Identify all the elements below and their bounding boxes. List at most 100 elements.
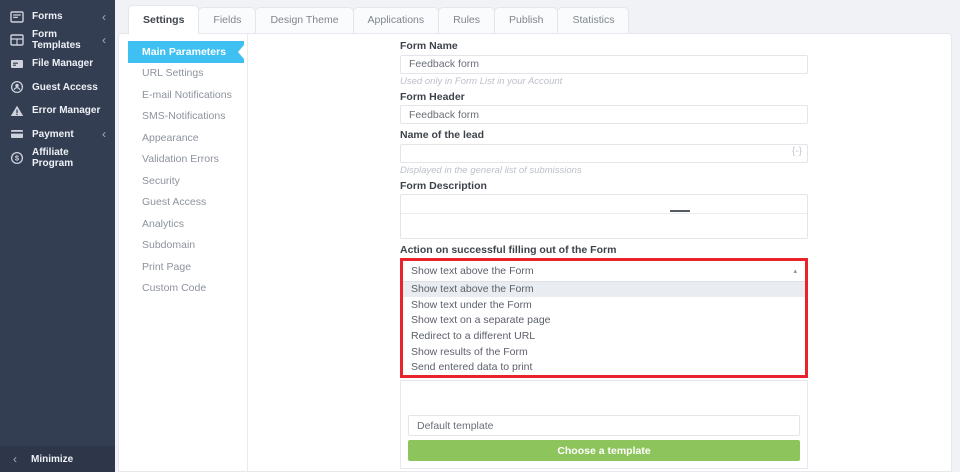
description-editor-toolbar — [401, 195, 807, 214]
menu-item-analytics[interactable]: Analytics — [128, 213, 244, 235]
menu-item-main-parameters[interactable]: Main Parameters — [128, 41, 244, 63]
forms-icon — [10, 10, 24, 24]
sidebar-item-label: Form Templates — [32, 29, 81, 52]
action-select[interactable]: Show text above the Form ▴ — [403, 261, 805, 282]
form-header-input[interactable] — [400, 105, 808, 124]
success-text-area[interactable] — [408, 381, 800, 416]
payment-icon — [10, 127, 24, 141]
affiliate-program-icon: $ — [10, 151, 24, 165]
option-show-text-separate-page[interactable]: Show text on a separate page — [403, 313, 805, 329]
tab-statistics[interactable]: Statistics — [557, 7, 630, 33]
tab-bar: Settings Fields Design Theme Application… — [128, 4, 952, 34]
option-show-text-above-form[interactable]: Show text above the Form — [403, 281, 805, 298]
menu-item-security[interactable]: Security — [128, 170, 244, 192]
minimize-button[interactable]: ‹ Minimize — [0, 446, 115, 472]
lead-name-input-wrap: {-} — [400, 143, 808, 163]
form-name-input[interactable] — [400, 54, 808, 74]
settings-menu-item-label: Appearance — [142, 131, 199, 144]
lead-name-helper: Displayed in the general list of submiss… — [400, 164, 582, 176]
lead-name-input[interactable] — [400, 143, 808, 163]
settings-menu-item-label: Print Page — [142, 260, 192, 273]
insert-variable-button[interactable]: {-} — [792, 146, 802, 157]
tab-applications[interactable]: Applications — [352, 7, 440, 33]
form-name-helper: Used only in Form List in your Account — [400, 75, 563, 87]
file-manager-icon — [10, 57, 24, 71]
menu-item-sms-notifications[interactable]: SMS-Notifications — [128, 106, 244, 128]
menu-item-email-notifications[interactable]: E-mail Notifications — [128, 84, 244, 106]
sidebar-item-label: Guest Access — [32, 81, 98, 93]
sidebar-item-label: Payment — [32, 128, 74, 140]
settings-menu-item-label: URL Settings — [142, 67, 204, 80]
sidebar-item-guest-access[interactable]: Guest Access — [0, 76, 115, 100]
main-sidebar: Forms ‹ Form Templates ‹ File Manager Gu… — [0, 0, 115, 472]
menu-item-print-page[interactable]: Print Page — [128, 256, 244, 278]
sidebar-item-label: Forms — [32, 11, 63, 23]
action-label: Action on successful filling out of the … — [400, 243, 617, 256]
sidebar-item-forms[interactable]: Forms ‹ — [0, 5, 115, 29]
settings-content: Form Name Used only in Form List in your… — [247, 34, 951, 471]
settings-menu-item-label: Guest Access — [142, 196, 207, 209]
form-templates-icon — [10, 33, 24, 47]
option-show-text-under-form[interactable]: Show text under the Form — [403, 297, 805, 313]
settings-menu-item-label: Validation Errors — [142, 153, 219, 166]
action-dropdown-option-label: Show text above the Form — [411, 283, 534, 296]
menu-item-custom-code[interactable]: Custom Code — [128, 278, 244, 300]
form-header-label: Form Header — [400, 90, 465, 103]
sidebar-item-label: Error Manager — [32, 105, 101, 117]
tab-label: Settings — [143, 14, 185, 26]
tab-label: Fields — [213, 14, 242, 26]
menu-item-url-settings[interactable]: URL Settings — [128, 63, 244, 85]
sidebar-item-payment[interactable]: Payment ‹ — [0, 123, 115, 147]
tab-label: Publish — [509, 14, 544, 26]
action-dropdown-option-label: Redirect to a different URL — [411, 330, 536, 343]
option-redirect-different-url[interactable]: Redirect to a different URL — [403, 328, 805, 344]
chevron-left-icon: ‹ — [102, 33, 106, 48]
tab-label: Design Theme — [270, 14, 339, 26]
lead-name-label: Name of the lead — [400, 129, 485, 141]
chevron-up-icon: ▴ — [793, 267, 797, 275]
minimize-label: Minimize — [31, 453, 74, 465]
sidebar-item-error-manager[interactable]: Error Manager — [0, 99, 115, 123]
guest-access-icon — [10, 80, 24, 94]
annotation-highlight: Show text above the Form ▴ Show text abo… — [400, 257, 808, 379]
menu-item-validation-errors[interactable]: Validation Errors — [128, 149, 244, 171]
main-area: Settings Fields Design Theme Application… — [115, 0, 960, 472]
menu-item-appearance[interactable]: Appearance — [128, 127, 244, 149]
settings-menu-item-label: E-mail Notifications — [142, 88, 232, 101]
choose-template-button[interactable]: Choose a template — [408, 440, 800, 462]
tab-label: Rules — [453, 14, 481, 26]
tab-design-theme[interactable]: Design Theme — [255, 7, 354, 33]
menu-item-subdomain[interactable]: Subdomain — [128, 235, 244, 257]
sidebar-nav: Forms ‹ Form Templates ‹ File Manager Gu… — [0, 5, 115, 170]
tab-label: Applications — [367, 14, 425, 26]
error-manager-icon — [10, 104, 24, 118]
svg-text:$: $ — [15, 153, 20, 162]
template-name-input[interactable] — [408, 415, 800, 437]
sidebar-item-file-manager[interactable]: File Manager — [0, 52, 115, 76]
sidebar-item-label: Affiliate Program — [32, 146, 74, 169]
chevron-left-icon: ‹ — [102, 9, 106, 24]
app-window: Forms ‹ Form Templates ‹ File Manager Gu… — [0, 0, 960, 472]
chevron-left-icon: ‹ — [13, 452, 17, 466]
menu-item-guest-access[interactable]: Guest Access — [128, 192, 244, 214]
settings-menu-item-label: Analytics — [142, 217, 185, 230]
main-parameters-form: Form Name Used only in Form List in your… — [400, 41, 808, 471]
sidebar-item-label: File Manager — [32, 58, 94, 70]
action-dropdown-option-label: Send entered data to print — [411, 361, 533, 374]
editor-text-color-button[interactable] — [670, 196, 691, 212]
form-description-label: Form Description — [400, 179, 487, 192]
tab-settings[interactable]: Settings — [128, 5, 200, 34]
tab-rules[interactable]: Rules — [438, 7, 496, 33]
sidebar-item-affiliate-program[interactable]: $ Affiliate Program — [0, 146, 115, 170]
settings-menu-item-label: SMS-Notifications — [142, 110, 226, 123]
action-dropdown-option-label: Show results of the Form — [411, 345, 528, 358]
tab-publish[interactable]: Publish — [494, 7, 559, 33]
sidebar-item-form-templates[interactable]: Form Templates ‹ — [0, 29, 115, 53]
tab-fields[interactable]: Fields — [198, 7, 257, 33]
option-show-results-of-form[interactable]: Show results of the Form — [403, 344, 805, 360]
tab-label: Statistics — [572, 14, 615, 26]
description-editor-body[interactable] — [401, 213, 807, 238]
option-send-entered-data-print[interactable]: Send entered data to print — [403, 359, 805, 375]
action-dropdown-option-label: Show text under the Form — [411, 298, 532, 311]
settings-menu-item-label: Subdomain — [142, 239, 196, 252]
